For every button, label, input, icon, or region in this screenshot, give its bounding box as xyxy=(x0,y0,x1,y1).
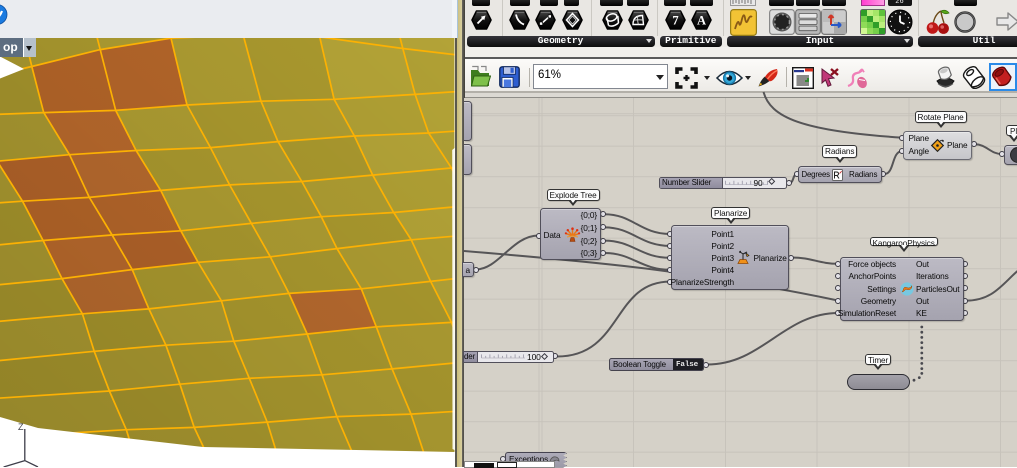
svg-text:Z: Z xyxy=(18,422,24,432)
